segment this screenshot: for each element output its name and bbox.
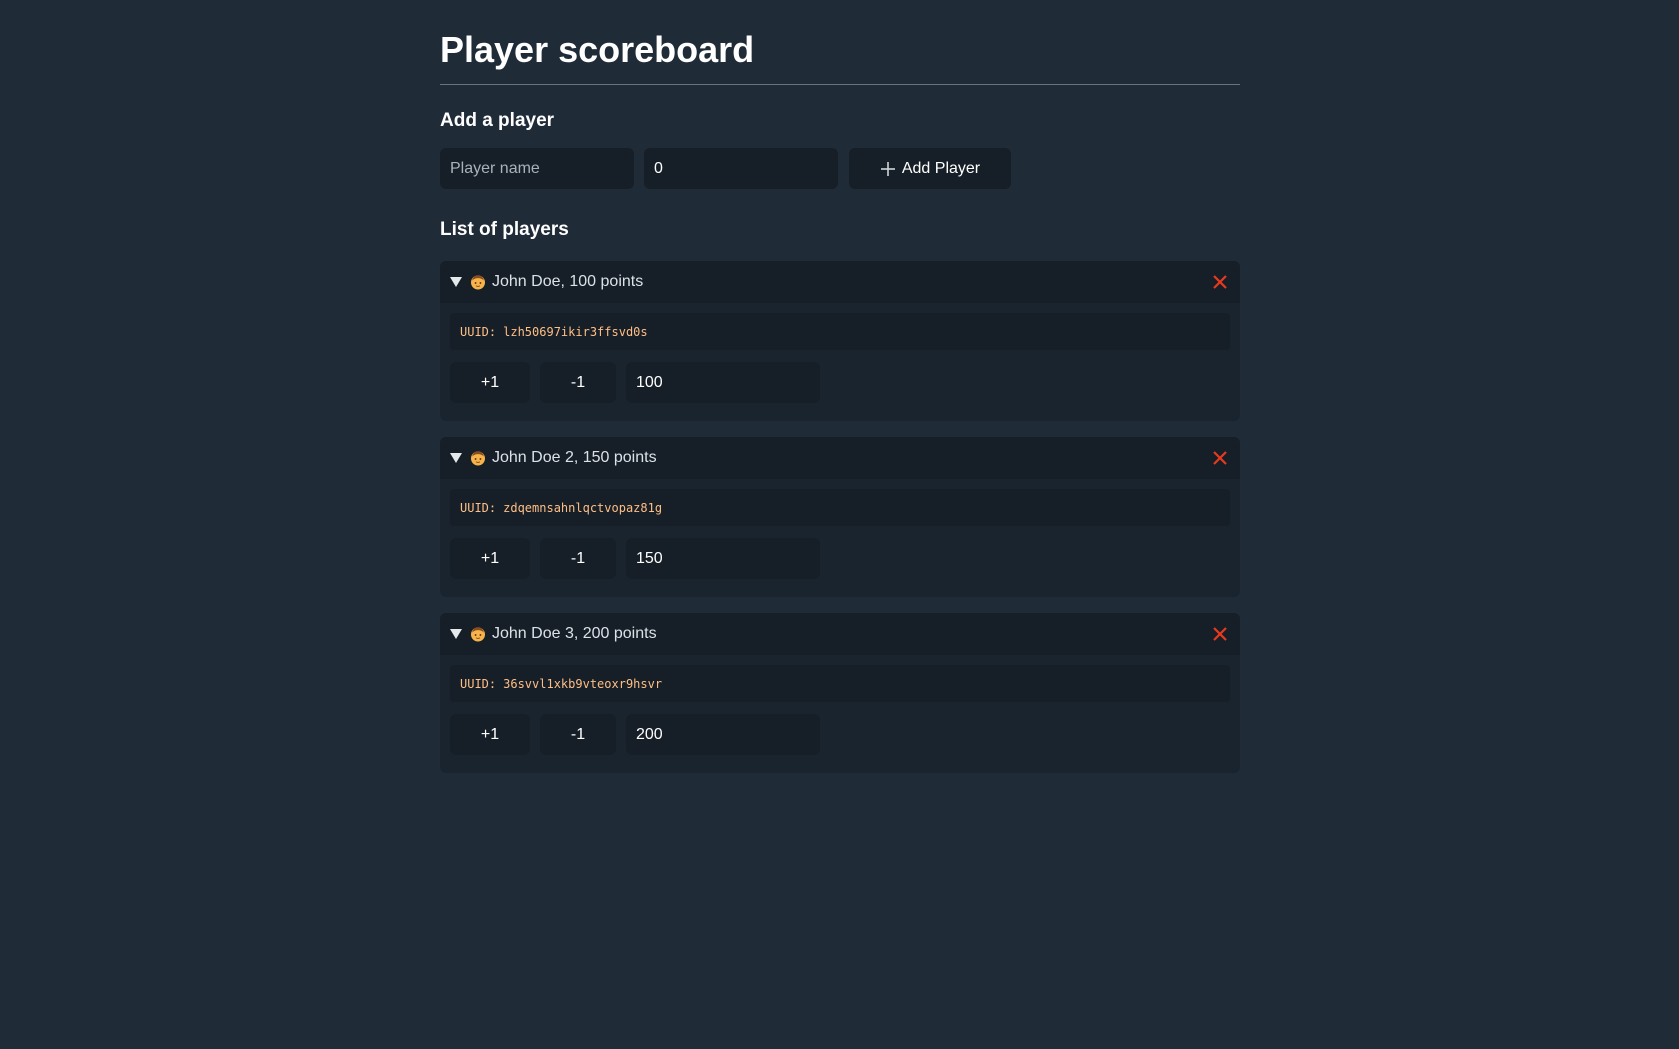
score-input[interactable] [626, 362, 820, 403]
player-summary-toggle[interactable]: John Doe 3, 200 points [440, 613, 1240, 655]
player-name-input[interactable] [440, 148, 634, 189]
add-player-button[interactable]: Add Player [849, 148, 1011, 189]
scoreboard-container: Player scoreboard Add a player Add Playe… [440, 0, 1240, 773]
uuid-value: zdqemnsahnlqctvopaz81g [503, 500, 663, 515]
person-face-icon [471, 627, 485, 642]
uuid-label: UUID: [460, 324, 497, 339]
decrement-score-button[interactable]: -1 [540, 362, 616, 403]
player-uuid: UUID: lzh50697ikir3ffsvd0s [450, 313, 1230, 350]
delete-player-icon[interactable] [1211, 273, 1229, 291]
increment-score-button[interactable]: +1 [450, 362, 530, 403]
player-summary-toggle[interactable]: John Doe 2, 150 points [440, 437, 1240, 479]
person-face-icon [471, 275, 485, 290]
player-card: John Doe 3, 200 points UUID: 36svvl1xkb9… [440, 613, 1240, 773]
decrement-score-button[interactable]: -1 [540, 714, 616, 755]
delete-player-icon[interactable] [1211, 625, 1229, 643]
uuid-value: lzh50697ikir3ffsvd0s [503, 324, 648, 339]
initial-score-input[interactable] [644, 148, 838, 189]
disclosure-triangle-icon [450, 277, 462, 287]
plus-icon [880, 161, 895, 176]
person-face-icon [471, 451, 485, 466]
player-uuid: UUID: zdqemnsahnlqctvopaz81g [450, 489, 1230, 526]
page-title: Player scoreboard [440, 0, 1240, 85]
score-controls: +1 -1 [450, 714, 1230, 755]
player-card: John Doe 2, 150 points UUID: zdqemnsahnl… [440, 437, 1240, 597]
increment-score-button[interactable]: +1 [450, 538, 530, 579]
player-summary: John Doe 3, 200 points [492, 625, 657, 642]
score-controls: +1 -1 [450, 362, 1230, 403]
decrement-score-button[interactable]: -1 [540, 538, 616, 579]
player-uuid: UUID: 36svvl1xkb9vteoxr9hsvr [450, 665, 1230, 702]
player-summary: John Doe, 100 points [492, 273, 644, 290]
player-summary: John Doe 2, 150 points [492, 449, 657, 466]
player-card: John Doe, 100 points UUID: lzh50697ikir3… [440, 261, 1240, 421]
add-player-heading: Add a player [440, 110, 555, 131]
delete-player-icon[interactable] [1211, 449, 1229, 467]
add-player-form: Add Player [440, 148, 1011, 189]
disclosure-triangle-icon [450, 629, 462, 639]
list-of-players-heading: List of players [440, 219, 569, 240]
add-player-button-label: Add Player [901, 159, 981, 177]
players-list: John Doe, 100 points UUID: lzh50697ikir3… [440, 261, 1240, 789]
uuid-label: UUID: [460, 500, 497, 515]
score-controls: +1 -1 [450, 538, 1230, 579]
uuid-value: 36svvl1xkb9vteoxr9hsvr [503, 676, 663, 691]
uuid-label: UUID: [460, 676, 497, 691]
disclosure-triangle-icon [450, 453, 462, 463]
score-input[interactable] [626, 538, 820, 579]
score-input[interactable] [626, 714, 820, 755]
increment-score-button[interactable]: +1 [450, 714, 530, 755]
player-summary-toggle[interactable]: John Doe, 100 points [440, 261, 1240, 303]
